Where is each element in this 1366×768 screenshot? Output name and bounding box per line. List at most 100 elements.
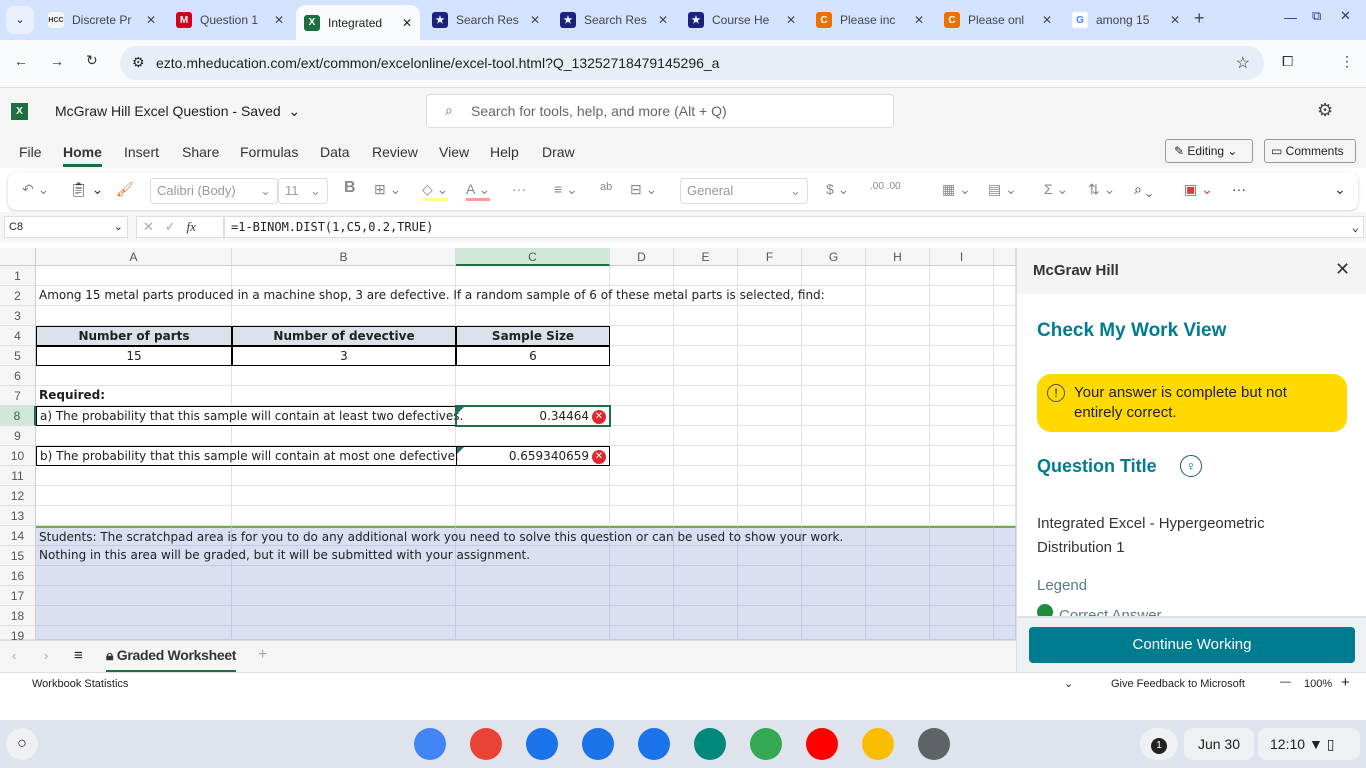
photos-app-icon[interactable]: [862, 728, 894, 760]
cell-B7[interactable]: [232, 386, 456, 406]
cell-G13[interactable]: [802, 506, 866, 526]
cell-D6[interactable]: [610, 366, 674, 386]
cell-B4[interactable]: Number of devective: [232, 326, 456, 346]
browser-tab[interactable]: ★ Course He ✕: [680, 6, 804, 34]
row-header[interactable]: 6: [0, 366, 36, 386]
row-header[interactable]: 17: [0, 586, 36, 606]
workbook-title[interactable]: McGraw Hill Excel Question - Saved ⌄: [55, 103, 300, 120]
cell-G10[interactable]: [802, 446, 866, 466]
cell-J4[interactable]: [994, 326, 1016, 346]
cell-B11[interactable]: [232, 466, 456, 486]
cell-A1[interactable]: [36, 266, 232, 286]
cell-J8[interactable]: [994, 406, 1016, 426]
cell-C18[interactable]: [456, 606, 610, 626]
close-tab-icon[interactable]: ✕: [274, 13, 284, 27]
editing-mode-button[interactable]: ✎ Editing ⌄: [1165, 139, 1253, 163]
browser-tab[interactable]: C Please inc ✕: [808, 6, 932, 34]
row-header[interactable]: 14: [0, 526, 36, 546]
add-sheet-button[interactable]: +: [258, 646, 267, 664]
cell-C8[interactable]: 0.34464 ✕: [455, 405, 611, 427]
cell-A3[interactable]: [36, 306, 232, 326]
cell-J7[interactable]: [994, 386, 1016, 406]
column-header-partial[interactable]: [994, 248, 1016, 266]
cell-D3[interactable]: [610, 306, 674, 326]
bookmark-star-icon[interactable]: ☆: [1236, 53, 1250, 73]
row-header[interactable]: 8: [0, 406, 36, 426]
cell-J16[interactable]: [994, 566, 1016, 586]
row-header[interactable]: 9: [0, 426, 36, 446]
cell-C3[interactable]: [456, 306, 610, 326]
search-input[interactable]: ⌕ Search for tools, help, and more (Alt +…: [426, 94, 894, 128]
close-tab-icon[interactable]: ✕: [402, 16, 412, 30]
cell-F7[interactable]: [738, 386, 802, 406]
menu-formulas[interactable]: Formulas: [240, 144, 298, 160]
cell-H15[interactable]: [866, 546, 930, 566]
cell-F9[interactable]: [738, 426, 802, 446]
cell-A2[interactable]: Among 15 metal parts produced in a machi…: [36, 286, 825, 306]
cell-E17[interactable]: [674, 586, 738, 606]
cell-F19[interactable]: [738, 626, 802, 640]
enter-icon[interactable]: ✓: [165, 219, 176, 234]
more-font-options[interactable]: ···: [512, 181, 526, 197]
close-tab-icon[interactable]: ✕: [1170, 13, 1180, 27]
format-painter-icon[interactable]: 🖌︎: [116, 181, 134, 198]
cell-E4[interactable]: [674, 326, 738, 346]
cell-D8[interactable]: [610, 406, 674, 426]
cell-A8[interactable]: a) The probability that this sample will…: [36, 406, 463, 426]
cell-C5[interactable]: 6: [456, 346, 610, 366]
browser-tab[interactable]: X Integrated ✕: [296, 5, 420, 40]
cell-J14[interactable]: [994, 526, 1016, 546]
cell-G9[interactable]: [802, 426, 866, 446]
cell-C13[interactable]: [456, 506, 610, 526]
cell-E15[interactable]: [674, 546, 738, 566]
cell-B6[interactable]: [232, 366, 456, 386]
cell-J17[interactable]: [994, 586, 1016, 606]
cell-H11[interactable]: [866, 466, 930, 486]
menu-help[interactable]: Help: [490, 144, 519, 160]
cell-H7[interactable]: [866, 386, 930, 406]
browser-tab[interactable]: HCC Discrete Pr ✕: [40, 6, 164, 34]
date-tray[interactable]: Jun 30: [1184, 728, 1254, 760]
font-size-select[interactable]: 11 ⌄: [278, 178, 328, 204]
cell-G5[interactable]: [802, 346, 866, 366]
cancel-icon[interactable]: ✕: [143, 219, 154, 234]
align-button[interactable]: ≡ ⌄: [554, 181, 578, 198]
paste-button[interactable]: 📋︎ ⌄: [70, 181, 103, 198]
cell-G18[interactable]: [802, 606, 866, 626]
cell-B1[interactable]: [232, 266, 456, 286]
merge-button[interactable]: ⊟ ⌄: [630, 181, 657, 198]
feedback-link[interactable]: Give Feedback to Microsoft: [1111, 678, 1245, 690]
cell-A10[interactable]: b) The probability that this sample will…: [36, 446, 459, 466]
cell-A7[interactable]: Required:: [36, 386, 232, 406]
cell-C16[interactable]: [456, 566, 610, 586]
cell-A13[interactable]: [36, 506, 232, 526]
menu-share[interactable]: Share: [182, 144, 219, 160]
cell-G19[interactable]: [802, 626, 866, 640]
status-dropdown[interactable]: ⌄: [1064, 677, 1073, 690]
cell-I4[interactable]: [930, 326, 994, 346]
notification-badge[interactable]: 1: [1140, 728, 1178, 760]
cell-F1[interactable]: [738, 266, 802, 286]
cell-G16[interactable]: [802, 566, 866, 586]
calendar-app-icon[interactable]: [526, 728, 558, 760]
messages-app-icon[interactable]: [638, 728, 670, 760]
cell-I7[interactable]: [930, 386, 994, 406]
cell-B12[interactable]: [232, 486, 456, 506]
cell-H14[interactable]: [866, 526, 930, 546]
cell-A12[interactable]: [36, 486, 232, 506]
cell-I5[interactable]: [930, 346, 994, 366]
cell-B9[interactable]: [232, 426, 456, 446]
comments-button[interactable]: ▭ Comments: [1264, 139, 1356, 163]
cell-H16[interactable]: [866, 566, 930, 586]
cell-G15[interactable]: [802, 546, 866, 566]
number-format-select[interactable]: General ⌄: [680, 178, 808, 204]
cell-E1[interactable]: [674, 266, 738, 286]
decimal-buttons[interactable]: .00 .00: [870, 181, 901, 192]
cell-G8[interactable]: [802, 406, 866, 426]
cell-A18[interactable]: [36, 606, 232, 626]
column-header-B[interactable]: B: [232, 248, 456, 266]
zoom-out-button[interactable]: —: [1280, 676, 1291, 688]
cell-G7[interactable]: [802, 386, 866, 406]
close-tab-icon[interactable]: ✕: [146, 13, 156, 27]
row-header[interactable]: 4: [0, 326, 36, 346]
